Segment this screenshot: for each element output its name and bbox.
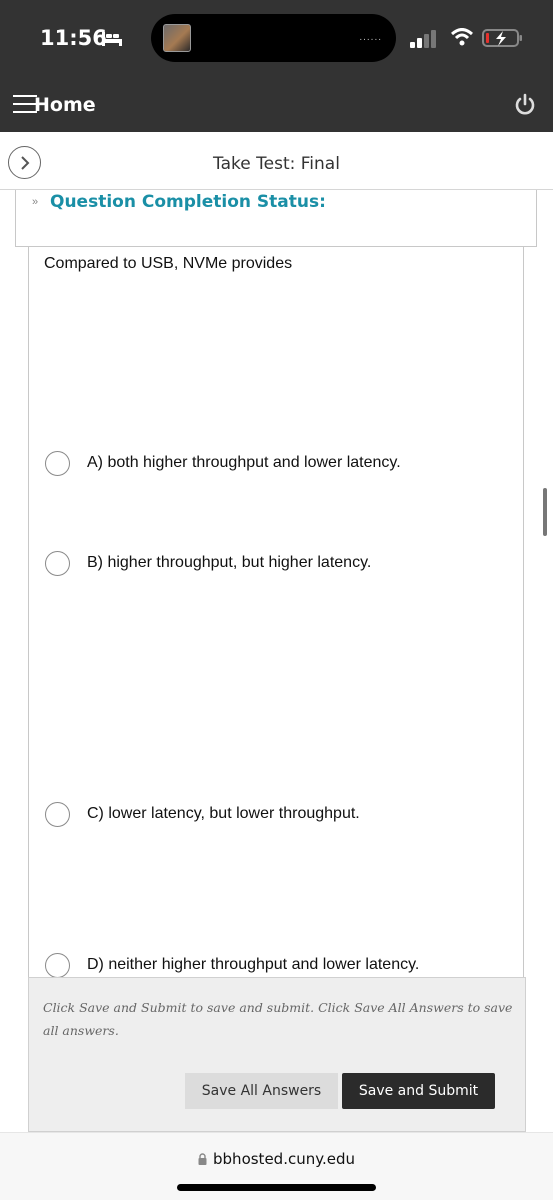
submit-panel: Click Save and Submit to save and submit… [28, 977, 526, 1132]
radio-button-d[interactable] [45, 952, 70, 978]
media-thumbnail [163, 24, 191, 52]
power-logout-icon[interactable] [513, 93, 537, 117]
browser-url-bar[interactable]: bbhosted.cuny.edu [0, 1132, 553, 1200]
save-and-submit-button[interactable]: Save and Submit [342, 1073, 495, 1109]
page-title: Take Test: Final [213, 154, 340, 174]
radio-button-c[interactable] [45, 801, 70, 827]
sleep-focus-icon [102, 32, 122, 46]
radio-button-a[interactable] [45, 450, 70, 476]
answer-option-d[interactable]: D) neither higher throughput and lower l… [45, 952, 419, 978]
answer-option-c[interactable]: C) lower latency, but lower throughput. [45, 801, 360, 827]
scrollbar[interactable] [543, 488, 547, 536]
submit-instructions: Click Save and Submit to save and submit… [43, 1000, 513, 1038]
home-menu-button[interactable]: Home [34, 94, 96, 116]
radio-button-b[interactable] [45, 550, 70, 576]
lock-icon [198, 1153, 207, 1165]
dynamic-island[interactable]: ...... [151, 14, 396, 62]
top-bar: 11:56 ...... Home [0, 0, 553, 132]
battery-charging-icon [482, 29, 522, 47]
expand-chevron-icon[interactable]: » [32, 196, 38, 208]
cellular-signal-icon [410, 30, 436, 48]
question-container: Compared to USB, NVMe provides A) both h… [28, 247, 524, 987]
wifi-icon [451, 28, 473, 46]
answer-option-a[interactable]: A) both higher throughput and lower late… [45, 450, 401, 476]
option-label: D) neither higher throughput and lower l… [87, 956, 420, 973]
option-label: C) lower latency, but lower throughput. [87, 805, 360, 822]
page-title-bar: Take Test: Final [0, 132, 553, 190]
option-label: B) higher throughput, but higher latency… [87, 554, 372, 571]
completion-status-toggle[interactable]: Question Completion Status: [50, 192, 326, 212]
answer-option-b[interactable]: B) higher throughput, but higher latency… [45, 550, 371, 576]
home-indicator[interactable] [177, 1184, 376, 1191]
status-time: 11:56 [40, 26, 107, 50]
question-completion-status-panel: » Question Completion Status: [15, 190, 537, 247]
question-text: Compared to USB, NVMe provides [44, 255, 293, 272]
save-all-answers-button[interactable]: Save All Answers [185, 1073, 338, 1109]
url-text[interactable]: bbhosted.cuny.edu [213, 1150, 355, 1168]
island-dots: ...... [359, 32, 382, 43]
option-label: A) both higher throughput and lower late… [87, 454, 401, 471]
